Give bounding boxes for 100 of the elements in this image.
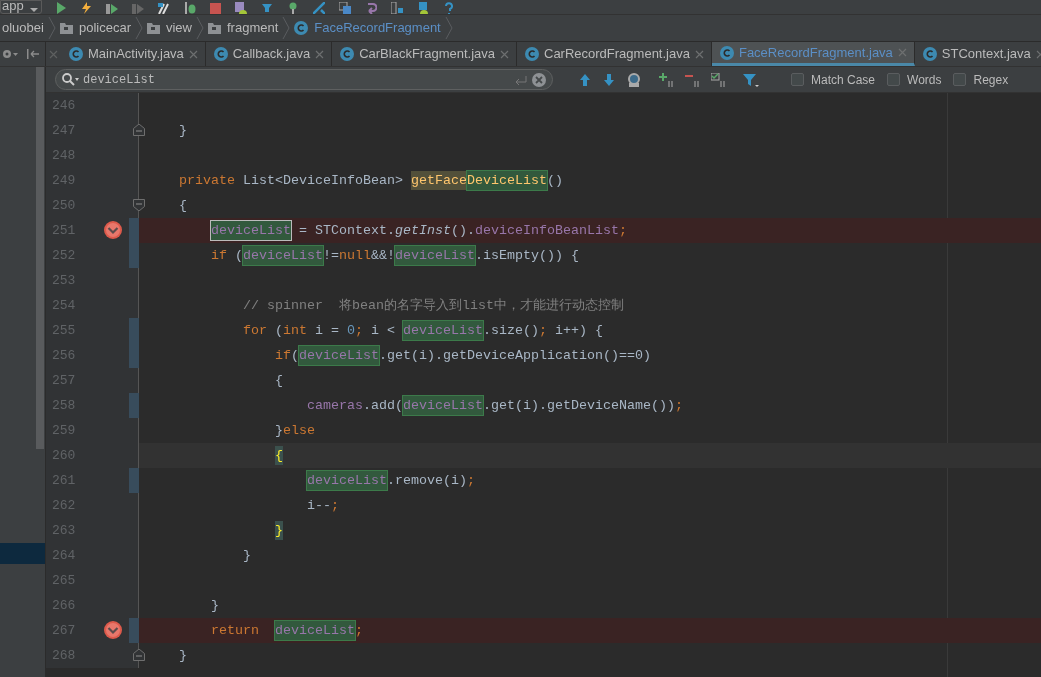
- checkbox[interactable]: [887, 73, 901, 86]
- breadcrumb-item[interactable]: view: [142, 15, 196, 41]
- code-text: deviceList: [403, 320, 483, 341]
- breadcrumb-item[interactable]: policecar: [55, 15, 135, 41]
- code-text: ;: [618, 221, 627, 240]
- class-icon: [525, 47, 539, 61]
- collapse-icon[interactable]: [26, 48, 40, 60]
- code-text: .size(): [482, 321, 539, 340]
- search-icon[interactable]: [62, 73, 79, 86]
- breakpoint-icon[interactable]: [104, 221, 122, 239]
- folder-icon: [146, 22, 160, 34]
- close-icon[interactable]: [188, 49, 198, 59]
- checkbox[interactable]: [791, 73, 804, 86]
- fold-icon[interactable]: [133, 649, 145, 661]
- attach-icon[interactable]: [131, 2, 144, 14]
- code-text: &&!: [371, 246, 395, 265]
- code-text: else: [283, 421, 315, 440]
- up-arrow-icon[interactable]: [579, 72, 591, 87]
- code-text: cameras: [306, 396, 363, 415]
- code-text: }: [243, 546, 251, 565]
- close-icon[interactable]: [315, 49, 325, 59]
- android-icon[interactable]: [234, 2, 247, 14]
- code-text: i++) {: [554, 321, 603, 340]
- code-text: List<DeviceInfoBean>: [243, 171, 404, 190]
- code-text: }: [275, 421, 283, 440]
- clear-icon[interactable]: [532, 72, 546, 87]
- code-text: // spinner 将bean的名字导入到list中，才能进行动态控制: [243, 296, 624, 315]
- filter-icon[interactable]: [743, 72, 759, 87]
- code-text: ;: [330, 496, 339, 515]
- class-icon: [213, 47, 228, 61]
- editor-tab[interactable]: STContext.java: [914, 42, 1041, 66]
- search-box[interactable]: deviceList: [55, 69, 553, 90]
- close-icon[interactable]: [49, 49, 58, 59]
- code-text: deviceInfoBeanList: [474, 221, 619, 240]
- code-text: ;: [355, 321, 363, 340]
- stop-icon[interactable]: [209, 2, 221, 14]
- code-text: if: [211, 246, 227, 265]
- code-text: (: [235, 246, 243, 265]
- remove-occurrence-icon[interactable]: [685, 72, 699, 87]
- editor-tab[interactable]: MainActivity.java: [61, 42, 206, 66]
- editor-tab[interactable]: CarRecordFragment.java: [517, 42, 712, 66]
- add-occurrence-icon[interactable]: [659, 72, 673, 87]
- search-field[interactable]: deviceList: [83, 70, 510, 89]
- code-text: deviceList: [395, 245, 475, 266]
- code-text: .remove(i): [386, 471, 467, 490]
- option-label[interactable]: Regex: [973, 70, 1009, 89]
- enter-icon: [514, 73, 528, 86]
- code-text: = STContext.: [299, 221, 395, 240]
- breadcrumb-item[interactable]: FaceRecordFragment: [290, 15, 445, 41]
- breadcrumb-item[interactable]: fragment: [204, 15, 283, 41]
- code-text: DeviceList: [466, 170, 547, 191]
- option-label[interactable]: Words: [907, 70, 942, 89]
- code-text: (: [291, 346, 299, 365]
- profiler-icon[interactable]: [157, 2, 170, 14]
- fold-icon[interactable]: [133, 124, 145, 136]
- checkbox[interactable]: [953, 73, 967, 86]
- code-text: {: [179, 196, 187, 215]
- code-text: }: [179, 646, 187, 665]
- chevron-icon: [282, 17, 291, 39]
- code-text: deviceList: [243, 245, 323, 266]
- fold-icon[interactable]: [133, 199, 145, 211]
- code-text: ;: [538, 321, 547, 340]
- editor-tab[interactable]: Callback.java: [205, 42, 333, 66]
- settings-icon[interactable]: [2, 48, 20, 60]
- caret-icon: [29, 8, 38, 13]
- code-text: getFace: [410, 170, 467, 191]
- help-icon[interactable]: [442, 2, 453, 14]
- close-icon[interactable]: [694, 49, 704, 59]
- editor-tab[interactable]: CarBlackFragment.java: [332, 42, 517, 66]
- config-dropdown[interactable]: app: [0, 0, 42, 14]
- code-text: deviceList: [275, 620, 355, 641]
- code-text: {: [275, 445, 283, 466]
- select-all-occurrences-icon[interactable]: [711, 72, 725, 87]
- breakpoint-icon[interactable]: [104, 621, 122, 639]
- breadcrumb-item[interactable]: oluobei: [0, 15, 48, 41]
- option-label[interactable]: Match Case: [811, 70, 876, 89]
- code-text: if: [275, 346, 291, 365]
- code-text: deviceList: [299, 345, 379, 366]
- code-text: i--: [306, 496, 331, 515]
- down-arrow-icon[interactable]: [603, 72, 615, 87]
- code-text: }: [211, 596, 219, 615]
- folder-icon: [59, 22, 73, 34]
- code-text: .get(i).getDeviceApplication()==0): [378, 346, 651, 365]
- code-text: (: [275, 321, 283, 340]
- folder-icon: [208, 22, 221, 34]
- class-icon: [294, 21, 309, 35]
- code-text: {: [275, 371, 283, 390]
- code-text: getInst: [394, 221, 451, 240]
- debug-icon[interactable]: [105, 2, 118, 14]
- close-icon[interactable]: [1035, 49, 1041, 59]
- code-text: for: [243, 321, 267, 340]
- find-all-icon[interactable]: [627, 72, 641, 87]
- code-text: null: [339, 246, 371, 265]
- code-text: .isEmpty()) {: [474, 246, 579, 265]
- code-text: deviceList: [306, 470, 387, 491]
- code-text: ;: [674, 396, 683, 415]
- scrollbar[interactable]: [36, 67, 44, 449]
- close-icon[interactable]: [500, 49, 509, 59]
- layout-icon[interactable]: [390, 2, 403, 14]
- code-text: (): [546, 171, 563, 190]
